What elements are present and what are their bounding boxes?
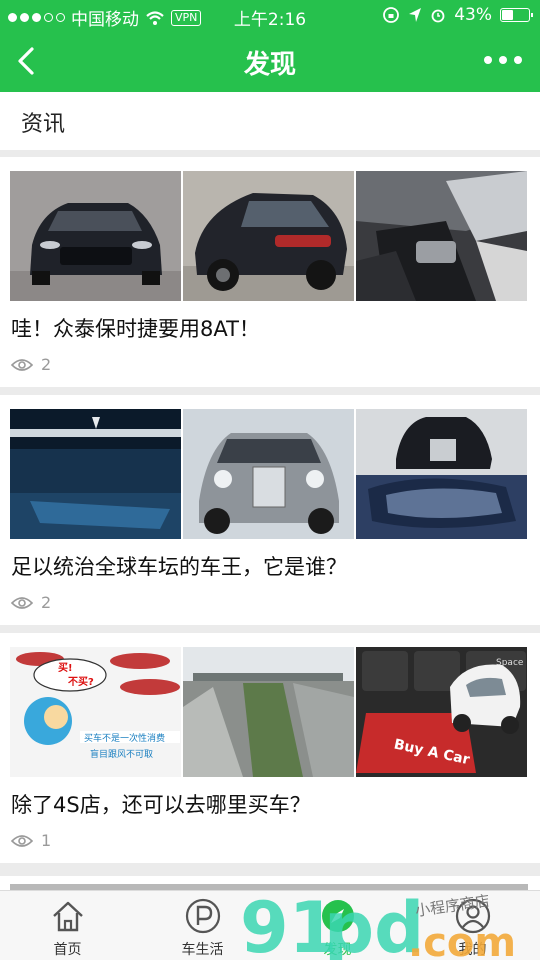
article-image: [183, 171, 354, 301]
article-image: [183, 647, 354, 777]
tab-label: 我的: [458, 942, 487, 958]
view-count-value: 1: [41, 831, 52, 850]
article-image: [183, 409, 354, 539]
top-header: 中国移动 VPN 上午2:16 43% 发现: [0, 0, 540, 92]
tab-discover[interactable]: 发现: [270, 891, 405, 960]
user-icon: [455, 898, 491, 934]
tab-label: 首页: [53, 942, 82, 958]
article-image: Space Buy A Car: [356, 647, 527, 777]
section-title: 资讯: [0, 92, 540, 150]
article-title: 除了4S店，还可以去哪里买车？: [11, 793, 311, 817]
view-count: 2: [11, 355, 51, 374]
tab-label: 车生活: [181, 942, 224, 958]
view-count-value: 2: [41, 355, 52, 374]
article-card[interactable]: 哇！众泰保时捷要用8AT！ 2: [0, 157, 540, 387]
article-image: [356, 171, 527, 301]
bubble-text-2: 不买?: [68, 676, 94, 688]
article-title: 足以统治全球车坛的车王，它是谁？: [11, 555, 347, 579]
bubble-text-1: 买!: [58, 662, 73, 674]
article-image: [10, 171, 181, 301]
home-icon: [53, 901, 83, 932]
article-card[interactable]: 买! 不买? 买车不是一次性消费 盲目跟风不可取 Space Buy A Car…: [0, 633, 540, 863]
more-dots-icon[interactable]: [484, 56, 522, 64]
banner-line-1: 买车不是一次性消费: [84, 732, 165, 744]
article-image: [356, 409, 527, 539]
tab-mine[interactable]: 我的: [405, 891, 540, 960]
tab-bar: 首页 车生活 发现 我的: [0, 890, 540, 960]
tab-car-life[interactable]: 车生活: [135, 891, 270, 960]
eye-icon: [11, 358, 33, 371]
eye-icon: [11, 834, 33, 847]
article-image: 买! 不买? 买车不是一次性消费 盲目跟风不可取: [10, 647, 181, 777]
status-bar: 中国移动 VPN 上午2:16 43%: [0, 0, 540, 30]
battery-icon: [500, 8, 533, 22]
alarm-icon: [431, 9, 445, 23]
nav-bar: 发现: [0, 30, 540, 92]
banner-line-2: 盲目跟风不可取: [90, 748, 153, 760]
article-list: 哇！众泰保时捷要用8AT！ 2 足以统治全球车坛的车王，它是谁？ 2 买! 不买…: [0, 157, 540, 871]
rotation-lock-icon: [383, 7, 400, 23]
view-count: 2: [11, 593, 51, 612]
article-title: 哇！众泰保时捷要用8AT！: [11, 317, 260, 341]
location-icon: [409, 8, 422, 22]
compass-icon: [322, 900, 354, 932]
article-card[interactable]: 足以统治全球车坛的车王，它是谁？ 2: [0, 395, 540, 625]
eye-icon: [11, 596, 33, 609]
page-title: 发现: [243, 50, 296, 80]
view-count-value: 2: [41, 593, 52, 612]
article-image: [10, 409, 181, 539]
tab-home[interactable]: 首页: [0, 891, 135, 960]
view-count: 1: [11, 831, 51, 850]
parking-icon: [185, 898, 221, 934]
tab-label: 发现: [323, 942, 352, 958]
battery-percent: 43%: [454, 5, 492, 25]
